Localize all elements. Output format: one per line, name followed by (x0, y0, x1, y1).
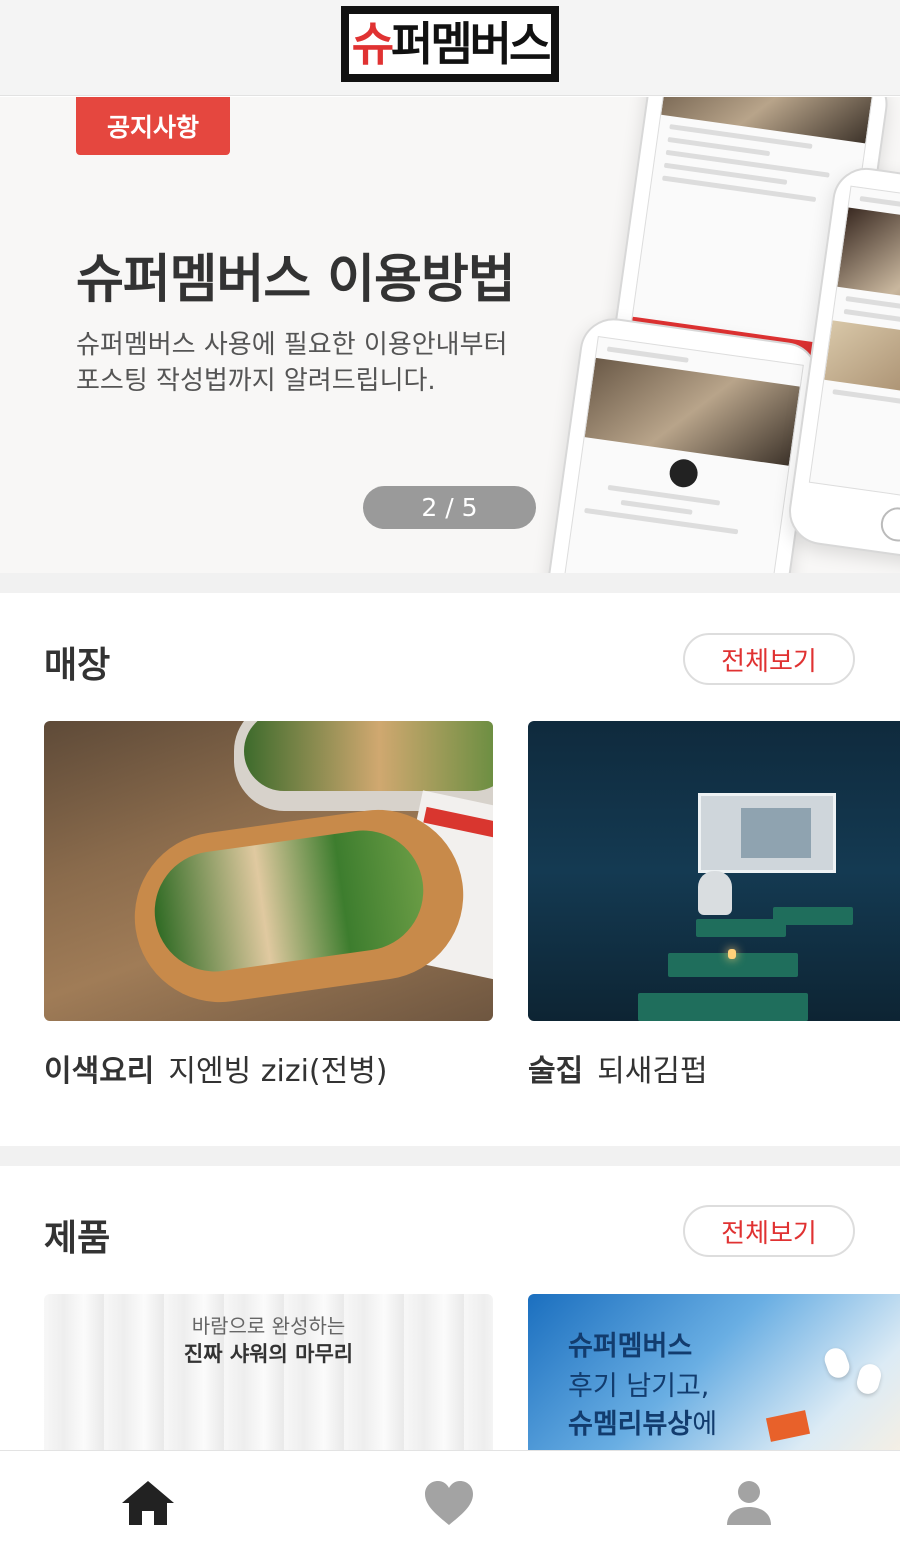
seated-person (698, 871, 732, 915)
earbud-right (854, 1361, 884, 1397)
product-2-line3: 슈멤리뷰상에 (568, 1402, 717, 1441)
phone-screen-photo (584, 357, 800, 466)
store-category: 술집 (528, 1054, 584, 1089)
stores-see-all-button[interactable]: 전체보기 (683, 633, 855, 685)
tab-home[interactable] (118, 1475, 178, 1531)
product-1-line1: 바람으로 완성하는 (191, 1314, 346, 1338)
phone-home-button (878, 505, 900, 544)
bar-table (773, 907, 853, 925)
projector-screen (698, 793, 836, 873)
banner-pager: 2 / 5 (363, 486, 536, 529)
text-line (584, 507, 738, 535)
logo-main-text: 퍼멤버스 (391, 17, 551, 71)
section-divider (0, 1146, 900, 1166)
app-logo[interactable]: 슈 퍼멤버스 (341, 6, 559, 82)
phone-screen-photo (661, 97, 873, 144)
notice-banner[interactable]: 공지사항 슈퍼멤버스 이용방법 슈퍼멤버스 사용에 필요한 이용안내부터 포스팅… (0, 97, 900, 573)
banner-title: 슈퍼멤버스 이용방법 (76, 250, 516, 310)
section-divider (0, 573, 900, 593)
bottom-tab-bar (0, 1450, 900, 1556)
store-name: 되새김펍 (597, 1054, 708, 1089)
wrap-top-filling (244, 721, 493, 791)
logo-accent-text: 슈 (351, 17, 394, 71)
product-2-line2: 후기 남기고, (568, 1371, 710, 1402)
candle-light (728, 949, 736, 959)
product-2-line3-bold: 슈멤리뷰상 (568, 1409, 693, 1440)
banner-desc-line2: 포스팅 작성법까지 알려드립니다. (76, 366, 436, 396)
product-card-image-2[interactable]: 슈퍼멤버스 후기 남기고, 슈멤리뷰상에 (528, 1294, 900, 1454)
product-2-line1: 슈퍼멤버스 (568, 1331, 693, 1362)
earbud-left (821, 1345, 853, 1381)
stores-section-title: 매장 (44, 645, 111, 686)
phone-mockup-center (537, 313, 823, 573)
projector-image (741, 808, 811, 858)
user-icon (727, 1481, 771, 1525)
store-card-image-1[interactable] (44, 721, 493, 1021)
text-line (620, 499, 693, 515)
products-section-title: 제품 (44, 1218, 111, 1259)
store-caption-2[interactable]: 술집 되새김펍 (528, 1046, 708, 1090)
product-2-line3-rest: 에 (692, 1409, 718, 1440)
store-card-image-2[interactable] (528, 721, 900, 1021)
store-category: 이색요리 (44, 1054, 155, 1089)
tab-profile[interactable] (719, 1475, 779, 1531)
product-card-image-1[interactable]: 바람으로 완성하는 진짜 샤워의 마무리 (44, 1294, 493, 1454)
text-line (832, 389, 900, 411)
home-icon (122, 1481, 174, 1525)
gift-card (765, 1410, 811, 1442)
heart-icon (425, 1481, 473, 1525)
banner-description: 슈퍼멤버스 사용에 필요한 이용안내부터 포스팅 작성법까지 알려드립니다. (76, 327, 596, 399)
notice-badge: 공지사항 (76, 97, 230, 155)
store-caption-1[interactable]: 이색요리 지엔빙 zizi(전병) (44, 1046, 388, 1090)
bar-table (638, 993, 808, 1021)
banner-desc-line1: 슈퍼멤버스 사용에 필요한 이용안내부터 (76, 330, 508, 360)
black-member-badge (667, 457, 700, 490)
phone-screen (561, 335, 804, 573)
store-name: 지엔빙 zizi(전병) (168, 1054, 388, 1089)
text-line (662, 175, 816, 202)
product-1-line2: 진짜 샤워의 마무리 (183, 1342, 354, 1366)
products-see-all-button[interactable]: 전체보기 (683, 1205, 855, 1257)
logo-text: 슈 퍼멤버스 (346, 11, 554, 77)
tab-favorites[interactable] (419, 1475, 479, 1531)
app-header: 슈 퍼멤버스 (0, 0, 900, 96)
